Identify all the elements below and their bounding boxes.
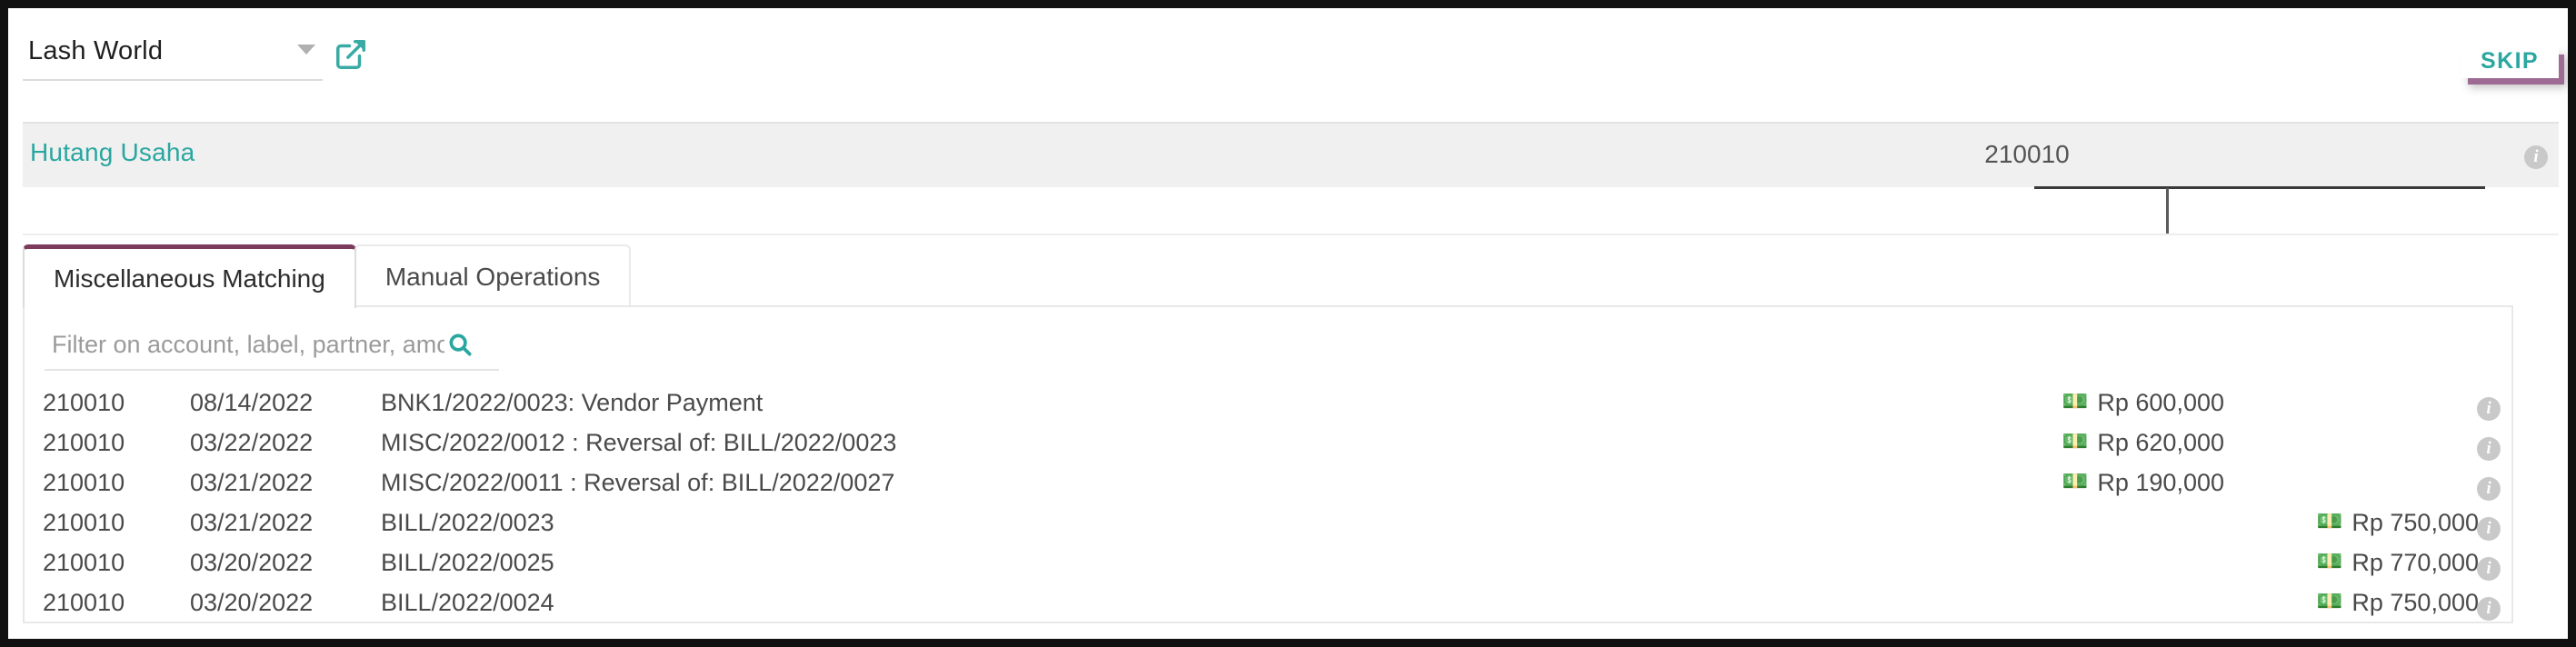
row-label: BILL/2022/0023	[381, 509, 554, 536]
row-account: 210010	[43, 469, 125, 496]
row-date: 03/20/2022	[190, 549, 314, 576]
row-credit-amount: 💵 Rp 770,000	[2316, 549, 2479, 576]
row-date: 08/14/2022	[190, 389, 314, 416]
info-icon[interactable]: i	[2477, 593, 2501, 622]
banknote-icon: 💵	[2316, 549, 2343, 572]
row-label: MISC/2022/0012 : Reversal of: BILL/2022/…	[381, 429, 897, 456]
account-code-underline	[2034, 186, 2485, 189]
info-icon[interactable]: i	[2477, 513, 2501, 542]
filter-row	[45, 320, 499, 371]
search-icon[interactable]	[446, 331, 474, 358]
row-date: 03/20/2022	[190, 589, 314, 616]
section-divider	[23, 234, 2559, 235]
company-name: Lash World	[28, 35, 164, 65]
tab-bar: Miscellaneous Matching Manual Operations	[23, 243, 632, 308]
row-label: MISC/2022/0011 : Reversal of: BILL/2022/…	[381, 469, 895, 496]
row-credit-amount: 💵 Rp 750,000	[2316, 589, 2479, 616]
banknote-icon: 💵	[2062, 469, 2089, 493]
info-icon[interactable]: i	[2524, 145, 2548, 169]
table-row[interactable]: 210010 03/20/2022 BILL/2022/0024 💵 Rp 750…	[25, 585, 2511, 625]
row-date: 03/21/2022	[190, 469, 314, 496]
account-name[interactable]: Hutang Usaha	[30, 138, 195, 167]
chevron-down-icon[interactable]	[297, 44, 315, 55]
tab-label: Miscellaneous Matching	[54, 264, 325, 293]
row-credit-amount: 💵 Rp 750,000	[2316, 509, 2479, 536]
table-row[interactable]: 210010 03/21/2022 BILL/2022/0023 💵 Rp 750…	[25, 505, 2511, 545]
screenshot-frame: Lash World SKIP Hutang Usaha 210010 i Mi…	[0, 0, 2576, 647]
banknote-icon: 💵	[2062, 389, 2089, 413]
top-bar: Lash World SKIP	[8, 8, 2568, 117]
row-account: 210010	[43, 509, 125, 536]
row-account: 210010	[43, 589, 125, 616]
table-row[interactable]: 210010 03/21/2022 MISC/2022/0011 : Rever…	[25, 465, 2511, 505]
banknote-icon: 💵	[2316, 589, 2343, 612]
info-icon[interactable]: i	[2477, 433, 2501, 462]
row-debit-amount: 💵 Rp 620,000	[2062, 429, 2224, 456]
row-debit-amount: 💵 Rp 600,000	[2062, 389, 2224, 416]
row-debit-amount: 💵 Rp 190,000	[2062, 469, 2224, 496]
row-account: 210010	[43, 549, 125, 576]
table-row[interactable]: 210010 03/22/2022 MISC/2022/0012 : Rever…	[25, 425, 2511, 465]
row-label: BILL/2022/0025	[381, 549, 554, 576]
banknote-icon: 💵	[2062, 429, 2089, 453]
info-icon[interactable]: i	[2477, 473, 2501, 502]
row-date: 03/21/2022	[190, 509, 314, 536]
account-code: 210010	[1984, 140, 2070, 168]
transactions-table: 210010 08/14/2022 BNK1/2022/0023: Vendor…	[25, 385, 2511, 625]
tab-label: Manual Operations	[384, 263, 601, 291]
matching-panel: 210010 08/14/2022 BNK1/2022/0023: Vendor…	[23, 305, 2513, 623]
banknote-icon: 💵	[2316, 509, 2343, 533]
row-account: 210010	[43, 429, 125, 456]
skip-button[interactable]: SKIP	[2461, 46, 2559, 78]
row-account: 210010	[43, 389, 125, 416]
row-label: BILL/2022/0024	[381, 589, 554, 616]
info-icon[interactable]: i	[2477, 393, 2501, 422]
account-code-tick	[2166, 188, 2169, 235]
search-input[interactable]	[45, 330, 444, 359]
row-date: 03/22/2022	[190, 429, 314, 456]
row-label: BNK1/2022/0023: Vendor Payment	[381, 389, 764, 416]
table-row[interactable]: 210010 08/14/2022 BNK1/2022/0023: Vendor…	[25, 385, 2511, 425]
external-link-icon[interactable]	[334, 37, 368, 72]
app-root: Lash World SKIP Hutang Usaha 210010 i Mi…	[8, 8, 2568, 639]
info-icon[interactable]: i	[2477, 553, 2501, 582]
tab-miscellaneous-matching[interactable]: Miscellaneous Matching	[23, 244, 356, 308]
account-header-strip: Hutang Usaha 210010 i	[23, 122, 2559, 187]
company-selector[interactable]: Lash World	[23, 28, 323, 81]
table-row[interactable]: 210010 03/20/2022 BILL/2022/0025 💵 Rp 770…	[25, 545, 2511, 585]
tab-manual-operations[interactable]: Manual Operations	[354, 244, 632, 308]
